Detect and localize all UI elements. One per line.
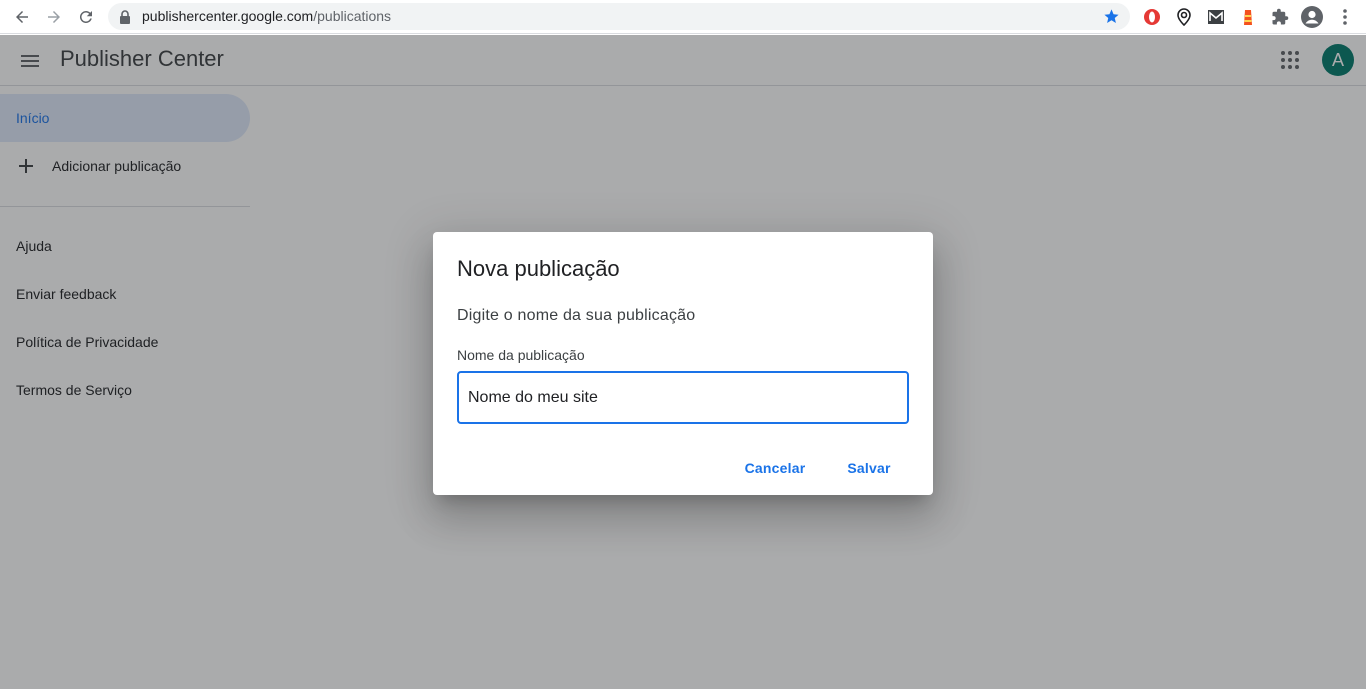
url-host: publishercenter.google.com: [142, 8, 314, 24]
arrow-forward-icon: [48, 11, 60, 23]
reload-icon: [79, 10, 92, 23]
extensions-puzzle-icon[interactable]: [1269, 6, 1291, 28]
cancel-button[interactable]: Cancelar: [737, 454, 813, 482]
profile-icon[interactable]: [1300, 5, 1324, 29]
url-path: /publications: [313, 8, 392, 24]
dialog-description: Digite o nome da sua publicação: [457, 307, 696, 324]
mail-extension-icon[interactable]: [1205, 6, 1227, 28]
dialog-title: Nova publicação: [457, 256, 620, 281]
reload-button[interactable]: [74, 5, 98, 29]
save-button[interactable]: Salvar: [837, 454, 901, 482]
opera-extension-icon[interactable]: [1141, 6, 1163, 28]
arrow-back-icon: [16, 11, 28, 23]
browser-menu-icon[interactable]: [1334, 6, 1356, 28]
publication-name-label: Nome da publicação: [457, 347, 585, 363]
location-pin-extension-icon[interactable]: [1173, 6, 1195, 28]
back-button[interactable]: [10, 5, 34, 29]
url-text: publishercenter.google.com/publications: [142, 8, 391, 24]
browser-toolbar: publishercenter.google.com/publications: [0, 0, 1366, 34]
new-publication-dialog: Nova publicação Digite o nome da sua pub…: [433, 232, 933, 495]
publication-name-input[interactable]: [457, 371, 909, 424]
address-bar[interactable]: publishercenter.google.com/publications: [108, 3, 1130, 30]
bookmark-star-icon[interactable]: [1103, 8, 1120, 25]
lighthouse-extension-icon[interactable]: [1237, 6, 1259, 28]
forward-button[interactable]: [42, 5, 66, 29]
lock-icon: [120, 10, 130, 24]
